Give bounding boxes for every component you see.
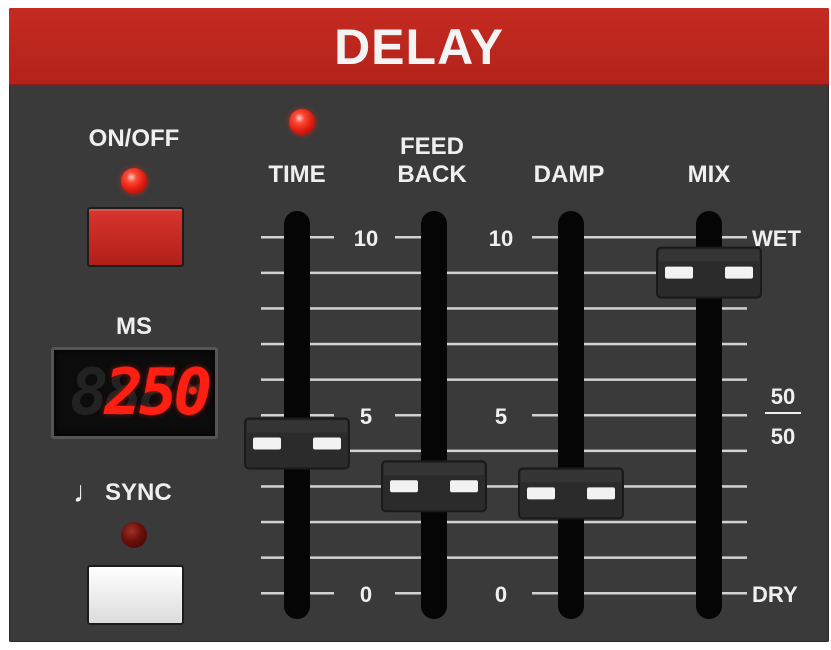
scale-50-top: 50 [771, 384, 795, 409]
slider-caps [244, 246, 762, 520]
scale-line [261, 342, 747, 346]
scale-mid-5: 5 [495, 404, 507, 429]
scale-line [261, 485, 747, 488]
fader-section: 10 5 0 10 5 0 WET 50 50 DRY [244, 211, 801, 619]
fraction-bar [765, 412, 801, 414]
scale-line [261, 378, 747, 381]
scale-line [261, 520, 747, 524]
scale-mid-10: 10 [489, 226, 513, 251]
scale-line [395, 592, 421, 595]
scale-left-0: 0 [360, 582, 372, 607]
scale-50-bottom: 50 [771, 424, 795, 449]
scale-line [261, 556, 747, 559]
slider-cap-feedback[interactable] [381, 460, 487, 513]
scale-dry: DRY [752, 582, 798, 607]
slider-cap-damp[interactable] [518, 467, 624, 520]
slider-track-damp [558, 211, 584, 619]
scale-mid-0: 0 [495, 582, 507, 607]
scale-left-5: 5 [360, 404, 372, 429]
slider-track-feedback [421, 211, 447, 619]
slider-track-time [284, 211, 310, 619]
scale-line [261, 307, 747, 310]
scale-line [395, 414, 421, 417]
slider-cap-time[interactable] [244, 417, 350, 470]
delay-panel: DELAY ON/OFF MS 8888 250 ♩ SYNC TIME FEE… [9, 8, 829, 642]
scale-left-10: 10 [354, 226, 378, 251]
scale-line [395, 236, 421, 239]
scale-wet: WET [752, 226, 801, 251]
slider-cap-mix[interactable] [656, 246, 762, 299]
